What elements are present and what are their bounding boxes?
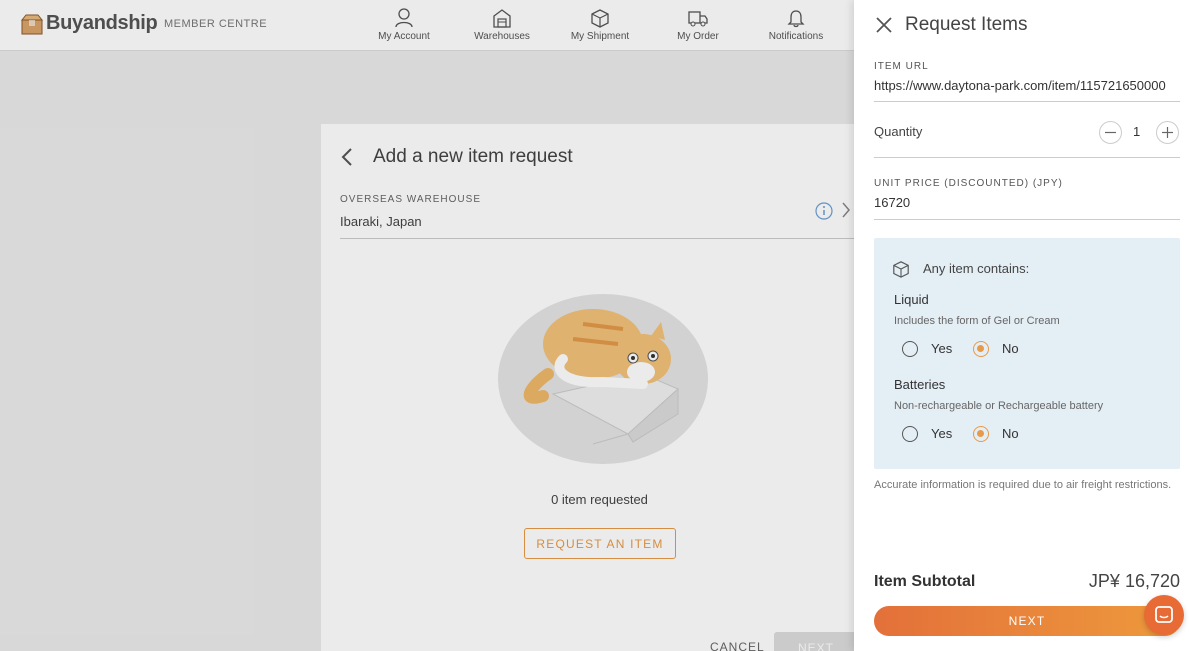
quantity-decrement-button[interactable] — [1099, 121, 1122, 144]
batteries-no-radio[interactable] — [973, 426, 989, 442]
liquid-description: Includes the form of Gel or Cream — [894, 315, 1060, 327]
warehouse-icon — [493, 9, 511, 28]
chat-launcher-button[interactable] — [1144, 595, 1184, 635]
brand-name: Buyandship — [46, 12, 158, 34]
card-title: Add a new item request — [373, 146, 573, 167]
nav-warehouses[interactable]: Warehouses — [472, 0, 532, 51]
back-chevron-icon[interactable] — [341, 148, 353, 166]
brand-logo[interactable]: Buyandship — [20, 12, 158, 35]
chat-icon — [1155, 606, 1173, 623]
cancel-button[interactable]: CANCEL — [710, 640, 765, 651]
quantity-label: Quantity — [874, 124, 923, 139]
item-url-field[interactable]: https://www.daytona-park.com/item/115721… — [874, 78, 1180, 93]
unit-price-field[interactable]: 16720 — [874, 195, 910, 210]
truck-icon — [688, 11, 708, 27]
radio-label: Yes — [931, 341, 953, 356]
plus-icon — [1162, 127, 1173, 138]
user-icon — [395, 8, 413, 28]
divider — [874, 101, 1180, 102]
subtotal-value: JP¥ 16,720 — [1088, 571, 1180, 591]
quantity-value: 1 — [1133, 124, 1141, 139]
panel-title: Request Items — [905, 14, 1028, 35]
divider — [874, 157, 1180, 158]
bell-icon — [787, 10, 805, 28]
batteries-description: Non-rechargeable or Rechargeable battery — [894, 400, 1104, 412]
next-button-disabled[interactable]: NEXT — [774, 632, 858, 651]
radio-label: No — [1002, 341, 1019, 356]
unit-price-label: UNIT PRICE (DISCOUNTED) (JPY) — [874, 178, 1063, 189]
warehouse-value[interactable]: Ibaraki, Japan — [340, 214, 422, 229]
request-items-panel: Request Items ITEM URL https://www.dayto… — [854, 0, 1200, 651]
close-icon[interactable] — [876, 17, 892, 33]
nav-label: Notifications — [768, 31, 824, 42]
empty-state-text: 0 item requested — [551, 492, 648, 507]
nav-label: My Account — [378, 31, 430, 42]
nav-label: My Order — [677, 31, 719, 42]
air-freight-note: Accurate information is required due to … — [874, 479, 1172, 491]
member-centre-label: MEMBER CENTRE — [164, 18, 268, 30]
batteries-yes-radio[interactable] — [902, 426, 918, 442]
nav-my-account[interactable]: My Account — [376, 0, 432, 51]
box-icon — [591, 9, 609, 28]
chevron-right-icon[interactable] — [841, 202, 851, 218]
box-logo-icon — [20, 14, 44, 34]
item-url-label: ITEM URL — [874, 61, 929, 72]
info-icon[interactable] — [815, 202, 833, 220]
liquid-no-radio[interactable] — [973, 341, 989, 357]
card-header: Add a new item request — [341, 146, 573, 168]
warehouse-label: OVERSEAS WAREHOUSE — [340, 194, 481, 205]
panel-next-button[interactable]: NEXT — [874, 606, 1180, 636]
subtotal-label: Item Subtotal — [874, 573, 976, 590]
nav-notifications[interactable]: Notifications — [764, 0, 828, 51]
item-contains-section: Any item contains: Liquid Includes the f… — [874, 238, 1180, 469]
contains-heading: Any item contains: — [923, 261, 1030, 276]
divider — [874, 219, 1180, 220]
liquid-yes-radio[interactable] — [902, 341, 918, 357]
divider — [340, 238, 860, 239]
box-icon — [893, 261, 909, 278]
radio-label: No — [1002, 426, 1019, 441]
nav-my-shipment[interactable]: My Shipment — [568, 0, 632, 51]
nav-my-order[interactable]: My Order — [674, 0, 722, 51]
nav-label: Warehouses — [474, 31, 530, 42]
request-item-button[interactable]: REQUEST AN ITEM — [524, 528, 676, 559]
radio-label: Yes — [931, 426, 953, 441]
liquid-title: Liquid — [894, 292, 929, 307]
nav-label: My Shipment — [570, 31, 630, 42]
batteries-title: Batteries — [894, 377, 946, 392]
minus-icon — [1105, 131, 1116, 134]
cat-in-box-illustration — [498, 294, 708, 464]
quantity-increment-button[interactable] — [1156, 121, 1179, 144]
item-request-card: Add a new item request OVERSEAS WAREHOUS… — [321, 124, 881, 651]
